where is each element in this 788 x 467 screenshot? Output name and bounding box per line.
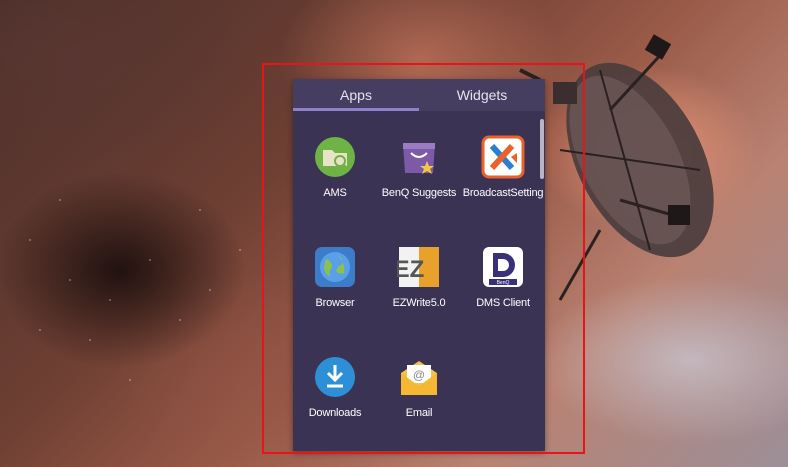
tab-indicator	[293, 108, 419, 111]
ams-icon	[315, 137, 355, 177]
app-benq-suggests[interactable]: BenQ Suggests	[377, 135, 461, 199]
app-label: BenQ Suggests	[381, 187, 457, 199]
app-label: BroadcastSetting	[462, 187, 544, 199]
app-downloads[interactable]: Downloads	[293, 355, 377, 419]
app-ezwrite[interactable]: EZ EZWrite5.0	[377, 245, 461, 309]
app-label: Browser	[315, 297, 355, 309]
app-dms-client[interactable]: BenQ DMS Client	[461, 245, 545, 309]
dms-client-icon: BenQ	[483, 247, 523, 287]
tab-bar: Apps Widgets	[293, 79, 545, 111]
app-email[interactable]: @ Email	[377, 355, 461, 419]
app-label: AMS	[323, 187, 347, 199]
app-browser[interactable]: Browser	[293, 245, 377, 309]
email-icon: @	[401, 361, 437, 395]
app-label: EZWrite5.0	[392, 297, 446, 309]
browser-icon	[315, 247, 355, 287]
app-ams[interactable]: AMS	[293, 135, 377, 199]
dms-brand-text: BenQ	[497, 280, 510, 286]
ezwrite-letter-e: EZ	[397, 256, 424, 283]
app-label: Email	[405, 407, 433, 419]
broadcast-setting-icon	[481, 135, 525, 179]
app-broadcast-setting[interactable]: BroadcastSetting	[461, 135, 545, 199]
app-label: Downloads	[308, 407, 362, 419]
app-drawer: Apps Widgets AMS BenQ Suggests Broadcast…	[293, 79, 545, 451]
benq-suggests-icon	[403, 143, 435, 174]
downloads-icon	[315, 357, 355, 397]
app-label: DMS Client	[476, 297, 530, 309]
ezwrite-icon: EZ	[397, 247, 439, 287]
tab-widgets[interactable]: Widgets	[419, 79, 545, 111]
svg-text:@: @	[413, 368, 425, 382]
tab-apps[interactable]: Apps	[293, 79, 419, 111]
